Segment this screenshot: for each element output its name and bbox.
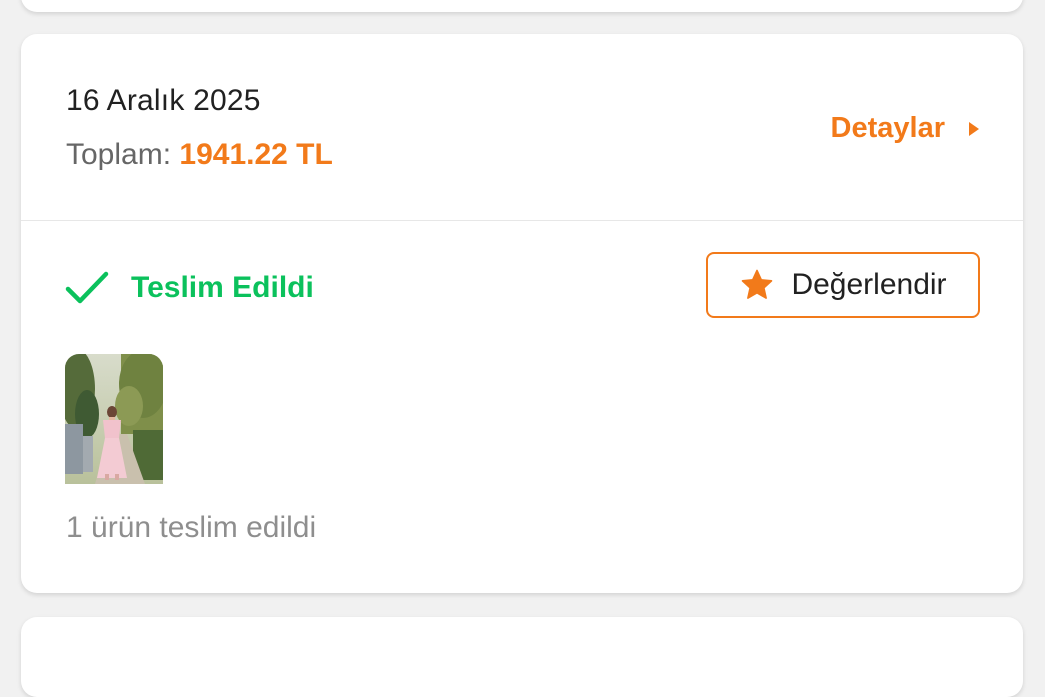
product-image [65, 354, 163, 484]
delivery-status: Teslim Edildi [65, 270, 314, 306]
next-order-card [21, 617, 1023, 697]
delivery-status-row: Teslim Edildi Değerlendir [21, 252, 1023, 324]
delivery-status-label: Teslim Edildi [131, 271, 314, 304]
order-total-value: 1941.22 TL [179, 138, 333, 171]
details-link[interactable]: Detaylar [831, 112, 979, 145]
previous-order-card [21, 0, 1023, 12]
check-icon [65, 271, 109, 304]
order-total: Toplam: 1941.22 TL [66, 138, 333, 172]
order-date: 16 Aralık 2025 [66, 84, 261, 117]
order-total-label: Toplam: [66, 138, 172, 171]
delivered-count: 1 ürün teslim edildi [66, 511, 317, 544]
order-header: 16 Aralık 2025 Toplam: 1941.22 TL Detayl… [21, 34, 1023, 221]
details-label: Detaylar [830, 112, 945, 144]
order-card: 16 Aralık 2025 Toplam: 1941.22 TL Detayl… [21, 34, 1023, 593]
star-icon [742, 269, 773, 299]
rate-button[interactable]: Değerlendir [706, 252, 980, 318]
caret-right-icon [969, 121, 979, 136]
rate-button-label: Değerlendir [791, 268, 947, 301]
product-thumbnail[interactable] [65, 354, 163, 484]
